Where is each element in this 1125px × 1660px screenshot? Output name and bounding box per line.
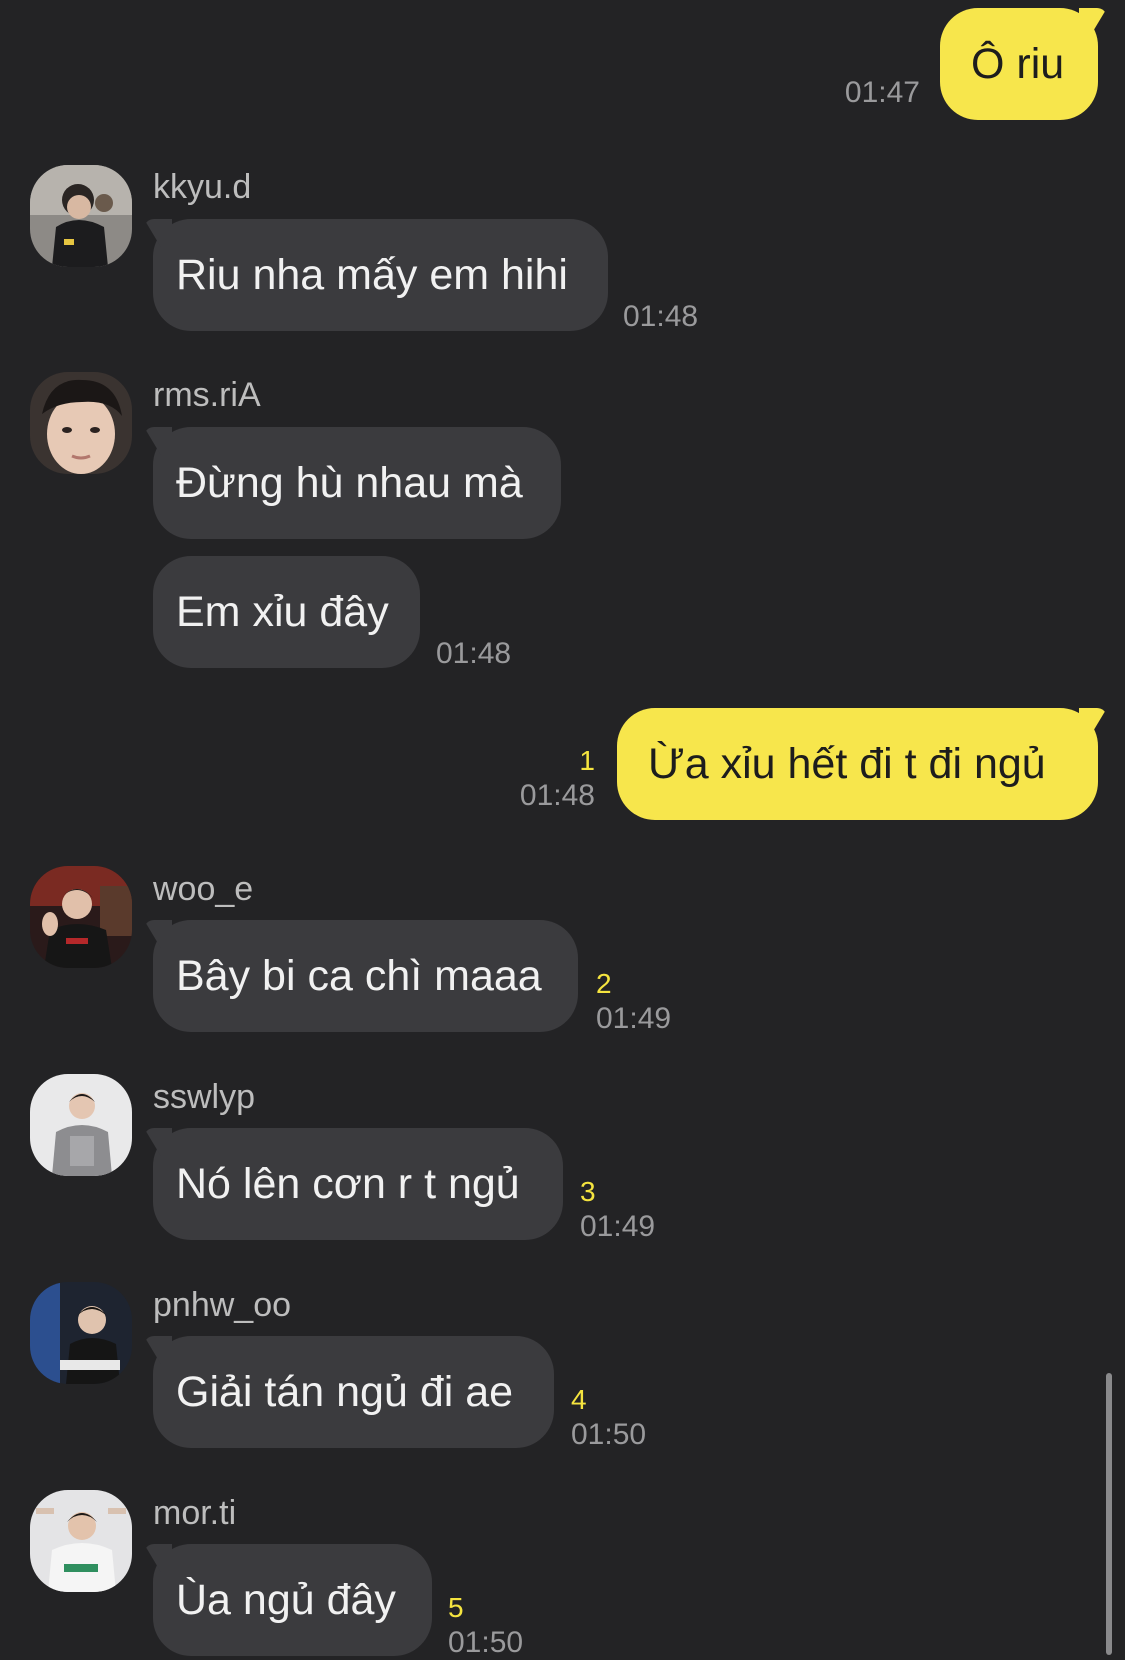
message-meta: 5 01:50 (448, 1590, 523, 1660)
scrollbar[interactable] (1106, 1373, 1112, 1655)
message-bubble[interactable]: Em xỉu đây (153, 556, 420, 668)
message-meta: 1 01:48 (490, 743, 595, 813)
unread-count: 1 (579, 745, 595, 776)
unread-count: 2 (596, 968, 612, 999)
avatar[interactable] (30, 372, 132, 474)
message-bubble[interactable]: Ô riu (940, 8, 1098, 120)
sender-name: woo_e (153, 870, 254, 908)
avatar-image (30, 1282, 132, 1384)
chat-message-list[interactable]: 01:47 Ô riu kkyu.d Riu nha mấy em hihi 0… (0, 0, 1125, 1659)
message-meta: 01:48 (623, 300, 698, 334)
message-bubble[interactable]: Nó lên cơn r t ngủ (153, 1128, 563, 1240)
message-bubble[interactable]: Ừa xỉu hết đi t đi ngủ (617, 708, 1098, 820)
avatar-image (30, 165, 132, 267)
message-bubble[interactable]: Bây bi ca chì maaa (153, 920, 578, 1032)
message-time: 01:49 (580, 1210, 656, 1243)
avatar[interactable] (30, 165, 132, 267)
avatar-image (30, 866, 132, 968)
message-bubble[interactable]: Giải tán ngủ đi ae (153, 1336, 554, 1448)
message-time: 01:48 (623, 300, 699, 333)
avatar-image (30, 1490, 132, 1592)
message-bubble[interactable]: Ùa ngủ đây (153, 1544, 432, 1656)
message-time: 01:48 (519, 779, 595, 812)
unread-count: 4 (571, 1384, 587, 1415)
sender-name: mor.ti (153, 1494, 237, 1532)
message-time: 01:49 (596, 1002, 672, 1035)
message-time: 01:47 (844, 76, 920, 109)
avatar[interactable] (30, 1074, 132, 1176)
message-meta: 01:47 (800, 76, 920, 110)
avatar-image (30, 372, 132, 474)
message-meta: 2 01:49 (596, 966, 671, 1036)
avatar[interactable] (30, 866, 132, 968)
message-meta: 3 01:49 (580, 1174, 655, 1244)
avatar[interactable] (30, 1490, 132, 1592)
avatar[interactable] (30, 1282, 132, 1384)
sender-name: sswlyp (153, 1078, 256, 1116)
message-bubble[interactable]: Đừng hù nhau mà (153, 427, 561, 539)
unread-count: 5 (448, 1592, 464, 1623)
message-time: 01:48 (436, 637, 512, 670)
message-meta: 4 01:50 (571, 1382, 646, 1452)
message-time: 01:50 (571, 1418, 647, 1451)
unread-count: 3 (580, 1176, 596, 1207)
sender-name: rms.riA (153, 376, 261, 414)
avatar-image (30, 1074, 132, 1176)
sender-name: pnhw_oo (153, 1286, 292, 1324)
message-bubble[interactable]: Riu nha mấy em hihi (153, 219, 608, 331)
message-meta: 01:48 (436, 637, 511, 671)
sender-name: kkyu.d (153, 168, 252, 206)
